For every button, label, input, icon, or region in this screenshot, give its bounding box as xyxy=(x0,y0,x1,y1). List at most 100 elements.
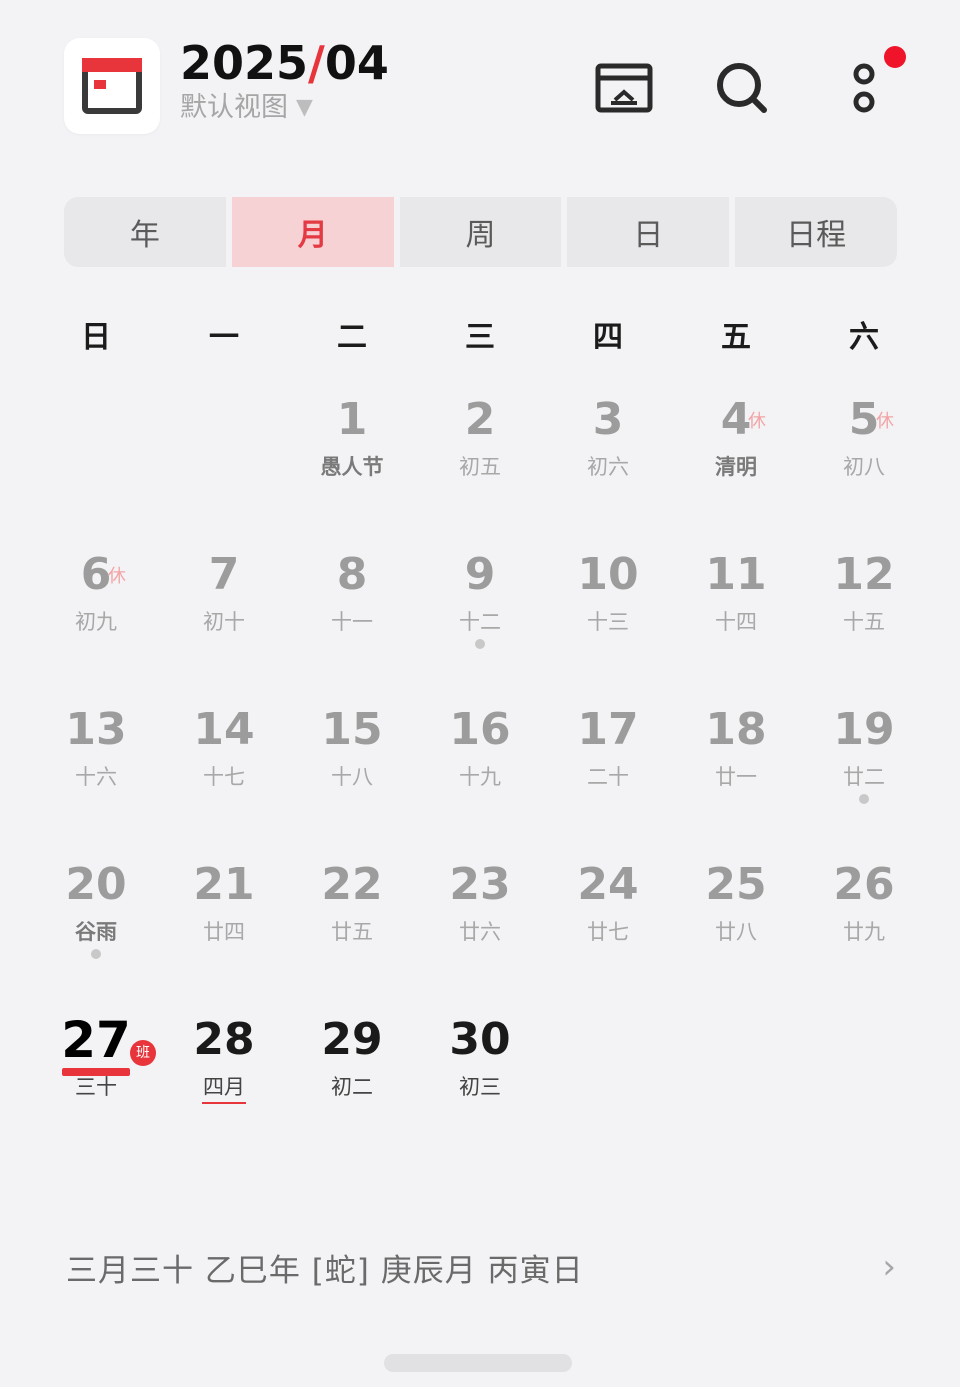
lunar-label: 初六 xyxy=(587,455,629,479)
search-icon[interactable] xyxy=(710,56,774,120)
lunar-label: 初五 xyxy=(459,455,501,479)
day-cell[interactable]: 13 十六 xyxy=(32,700,160,855)
day-cell[interactable]: 17 二十 xyxy=(544,700,672,855)
day-cell[interactable]: 27 三十班 xyxy=(32,1010,160,1165)
day-cell[interactable]: 18 廿一 xyxy=(672,700,800,855)
lunar-label: 初八 xyxy=(843,455,885,479)
day-cell[interactable]: 10 十三 xyxy=(544,545,672,700)
day-number: 6 xyxy=(80,549,112,600)
lunar-label: 愚人节 xyxy=(320,455,384,479)
today-marker xyxy=(62,1068,130,1076)
lunar-label: 廿一 xyxy=(715,765,757,789)
day-cell[interactable]: 29 初二 xyxy=(288,1010,416,1165)
day-number: 18 xyxy=(705,704,767,755)
lunar-label: 十九 xyxy=(459,765,501,789)
lunar-label: 初三 xyxy=(459,1075,501,1099)
day-cell[interactable]: 26 廿九 xyxy=(800,855,928,1010)
day-cell[interactable]: 14 十七 xyxy=(160,700,288,855)
tab-2[interactable]: 周 xyxy=(399,197,562,267)
lunar-label: 二十 xyxy=(587,765,629,789)
month-start-underline xyxy=(202,1102,246,1104)
tab-1[interactable]: 月 xyxy=(231,197,394,267)
lunar-info-row[interactable]: 三月三十 乙巳年 [蛇] 庚辰月 丙寅日 › xyxy=(66,1244,896,1290)
caret-down-icon: ▼ xyxy=(296,95,313,120)
day-cell[interactable]: 12 十五 xyxy=(800,545,928,700)
day-number: 16 xyxy=(449,704,511,755)
day-cell[interactable]: 30 初三 xyxy=(416,1010,544,1165)
day-number: 12 xyxy=(833,549,895,600)
day-number: 26 xyxy=(833,859,895,910)
day-cell[interactable]: 19 廿二 xyxy=(800,700,928,855)
day-cell[interactable]: 15 十八 xyxy=(288,700,416,855)
home-indicator[interactable] xyxy=(384,1354,572,1372)
month-title[interactable]: 2025/04 xyxy=(180,36,389,90)
day-number: 1 xyxy=(336,394,368,445)
day-cell[interactable]: 20 谷雨 xyxy=(32,855,160,1010)
day-cell[interactable]: 9 十二 xyxy=(416,545,544,700)
tab-4[interactable]: 日程 xyxy=(735,197,897,267)
day-number: 30 xyxy=(449,1014,511,1065)
day-cell[interactable]: 2 初五 xyxy=(416,390,544,545)
weekday-label: 五 xyxy=(721,320,751,355)
day-cell[interactable]: 8 十一 xyxy=(288,545,416,700)
lunar-label: 四月 xyxy=(203,1075,245,1099)
weekday-label: 二 xyxy=(337,320,367,355)
more-icon[interactable] xyxy=(832,56,896,120)
tab-0[interactable]: 年 xyxy=(64,197,226,267)
weekday-label: 日 xyxy=(81,320,111,355)
tab-3[interactable]: 日 xyxy=(567,197,730,267)
day-cell[interactable]: 23 廿六 xyxy=(416,855,544,1010)
day-cell[interactable]: 5 初八 休 xyxy=(800,390,928,545)
day-number: 19 xyxy=(833,704,895,755)
day-cell[interactable]: 6 初九 休 xyxy=(32,545,160,700)
day-number: 7 xyxy=(208,549,240,600)
lunar-label: 廿二 xyxy=(843,765,885,789)
day-number: 10 xyxy=(577,549,639,600)
lunar-label: 十七 xyxy=(203,765,245,789)
rest-day-tag: 休 xyxy=(876,411,894,432)
lunar-label: 廿八 xyxy=(715,920,757,944)
month-grid: 1 愚人节 2 初五 3 初六 4 清明休 5 初八休 6 初九休 7 初十 8 十一 9 十二 10 十三 11 十四 1… xyxy=(32,390,928,1165)
day-number: 2 xyxy=(464,394,496,445)
day-cell[interactable]: 4 清明 休 xyxy=(672,390,800,545)
lunar-label: 十六 xyxy=(75,765,117,789)
lunar-label: 清明 xyxy=(715,455,757,479)
event-dot xyxy=(859,794,869,804)
day-cell[interactable]: 21 廿四 xyxy=(160,855,288,1010)
title-separator: / xyxy=(308,36,325,90)
day-number: 8 xyxy=(336,549,368,600)
day-cell[interactable]: 1 愚人节 xyxy=(288,390,416,545)
day-cell[interactable]: 24 廿七 xyxy=(544,855,672,1010)
lunar-label: 十二 xyxy=(459,610,501,634)
lunar-label: 十八 xyxy=(331,765,373,789)
lunar-label: 初二 xyxy=(331,1075,373,1099)
day-cell[interactable]: 3 初六 xyxy=(544,390,672,545)
day-cell[interactable]: 25 廿八 xyxy=(672,855,800,1010)
day-number: 29 xyxy=(321,1014,383,1065)
weekday-label: 四 xyxy=(593,320,623,355)
day-number: 3 xyxy=(592,394,624,445)
empty-cell xyxy=(160,390,288,545)
day-number: 20 xyxy=(65,859,127,910)
lunar-label: 廿五 xyxy=(331,920,373,944)
day-cell[interactable]: 7 初十 xyxy=(160,545,288,700)
lunar-label: 廿九 xyxy=(843,920,885,944)
workday-badge: 班 xyxy=(130,1040,156,1066)
day-cell[interactable]: 22 廿五 xyxy=(288,855,416,1010)
weekday-header: 日一二三四五六 xyxy=(32,310,928,366)
lunar-label: 十三 xyxy=(587,610,629,634)
today-icon[interactable] xyxy=(592,56,656,120)
day-number: 15 xyxy=(321,704,383,755)
day-number: 11 xyxy=(705,549,767,600)
view-switcher[interactable]: 默认视图 ▼ xyxy=(180,92,389,124)
day-cell[interactable]: 11 十四 xyxy=(672,545,800,700)
lunar-label: 初十 xyxy=(203,610,245,634)
day-cell[interactable]: 16 十九 xyxy=(416,700,544,855)
event-dot xyxy=(475,639,485,649)
calendar-app-icon[interactable] xyxy=(64,38,160,134)
lunar-date-text: 三月三十 乙巳年 [蛇] 庚辰月 丙寅日 xyxy=(66,1252,584,1289)
day-cell[interactable]: 28 四月 xyxy=(160,1010,288,1165)
view-tabs: 年月周日日程 xyxy=(64,197,897,267)
day-number: 14 xyxy=(193,704,255,755)
title-year: 2025 xyxy=(180,36,309,90)
